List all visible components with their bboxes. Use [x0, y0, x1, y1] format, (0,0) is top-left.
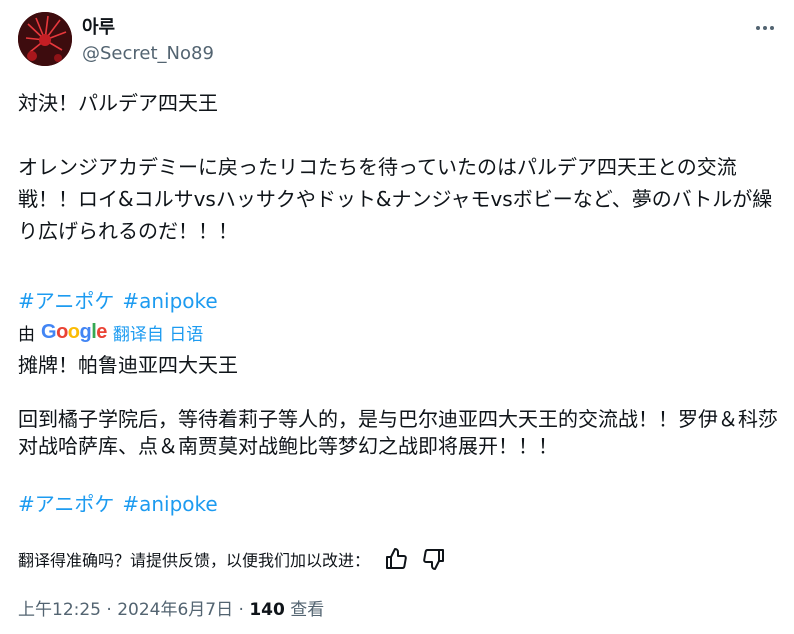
- tweet-body: オレンジアカデミーに戻ったリコたちを待っていたのはパルデア四天王との交流戦！！ロ…: [18, 155, 773, 243]
- translation-prefix: 由: [18, 325, 35, 345]
- translated-hashtags: #アニポケ #anipoke: [18, 488, 218, 517]
- meta-separator: ·: [238, 600, 244, 620]
- hashtag-link[interactable]: #anipoke: [122, 289, 217, 313]
- tweet-meta: 上午12:25 · 2024年6月7日 · 140 查看: [18, 595, 324, 620]
- feedback-question: 翻译得准确吗？请提供反馈，以便我们加以改进：: [18, 551, 371, 570]
- translated-from-link[interactable]: 翻译自 日语: [113, 320, 203, 345]
- tweet-hashtags: #アニポケ #anipoke: [18, 285, 218, 314]
- tweet-date[interactable]: 2024年6月7日: [117, 600, 233, 620]
- more-options-icon[interactable]: [750, 14, 780, 42]
- translated-body: 回到橘子学院后，等待着莉子等人的，是与巴尔迪亚四大天王的交流战！！罗伊＆科莎对战…: [18, 407, 778, 458]
- hashtag-link[interactable]: #アニポケ: [18, 492, 114, 516]
- author-handle[interactable]: @Secret_No89: [82, 43, 214, 64]
- views-count: 140: [249, 600, 285, 620]
- tweet-time[interactable]: 上午12:25: [18, 600, 101, 620]
- author-name[interactable]: 아루: [82, 13, 115, 39]
- hashtag-link[interactable]: #アニポケ: [18, 289, 114, 313]
- translation-attribution: 由 Google 翻译自 日语: [18, 320, 203, 345]
- thumbs-down-icon[interactable]: [422, 547, 446, 571]
- hashtag-link[interactable]: #anipoke: [122, 492, 217, 516]
- views-label: 查看: [290, 600, 325, 620]
- thumbs-up-icon[interactable]: [384, 547, 408, 571]
- meta-separator: ·: [106, 600, 112, 620]
- avatar[interactable]: [18, 12, 72, 66]
- translation-feedback: 翻译得准确吗？请提供反馈，以便我们加以改进：: [18, 547, 446, 571]
- google-logo: Google: [41, 321, 107, 343]
- translated-title: 摊牌！帕鲁迪亚四大天王: [18, 353, 238, 377]
- tweet-title: 対決！パルデア四天王: [18, 91, 218, 115]
